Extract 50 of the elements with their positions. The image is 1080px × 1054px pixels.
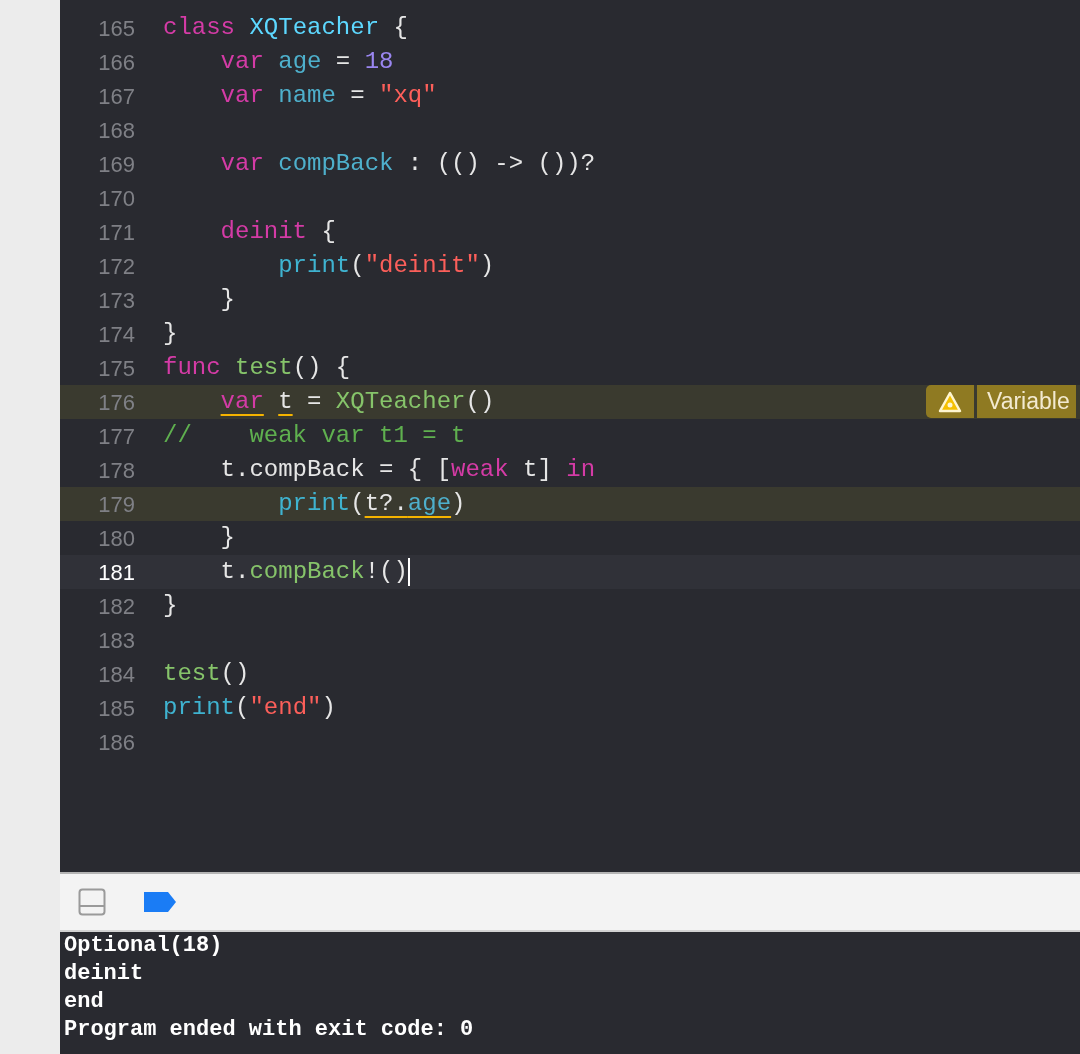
code-line: var name = "xq" [219,81,437,111]
line-number: 173 [97,286,135,315]
line-number: 175 [97,354,135,383]
console-line: Program ended with exit code: 0 [64,1016,474,1044]
panel-toggle-icon[interactable] [78,888,106,916]
breakpoint-icon[interactable] [144,892,176,912]
code-line: } [163,591,178,621]
text-cursor [407,558,410,586]
line-number: 181 [97,558,135,587]
console-line: end [64,988,104,1016]
line-number: 179 [97,490,135,519]
line-number: 182 [97,592,135,621]
line-number: 168 [97,116,135,145]
code-line: var t = XQTeacher() [219,387,495,417]
line-number: 174 [97,320,135,349]
code-line: } [163,319,178,349]
line-number: 185 [97,694,135,723]
code-line: deinit { [219,217,336,247]
code-line: print("deinit") [277,251,495,281]
line-number: 172 [97,252,135,281]
code-line: var compBack : (() -> ())? [219,149,596,179]
line-number: 169 [97,150,135,179]
warning-message[interactable]: Variable [977,385,1076,418]
line-number: 176 [97,388,135,417]
code-line: class XQTeacher { [163,13,408,43]
console-line: Optional(18) [64,932,223,960]
warning-badge[interactable] [926,385,974,418]
line-number: 178 [97,456,135,485]
code-line: } [219,523,235,553]
code-line: print(t?.age) [277,489,466,519]
line-number: 166 [97,48,135,77]
line-number: 165 [97,14,135,43]
line-number: 180 [97,524,135,553]
code-line: func test() { [163,353,351,383]
code-line: t.compBack = { [weak t] in [219,455,596,485]
warning-icon [938,390,962,413]
code-line: } [219,285,235,315]
line-number: 183 [97,626,135,655]
code-line: var age = 18 [219,47,394,77]
code-line: print("end") [163,693,336,723]
code-comment: // weak var t1 = t [163,421,466,451]
console-line: deinit [64,960,144,988]
line-number: 184 [97,660,135,689]
line-number: 170 [97,184,135,213]
line-number: 177 [97,422,135,451]
code-line: t.compBack!() [219,557,408,587]
code-line: test() [163,659,250,689]
line-number: 167 [97,82,135,111]
line-number: 171 [97,218,135,247]
line-number: 186 [97,728,135,757]
